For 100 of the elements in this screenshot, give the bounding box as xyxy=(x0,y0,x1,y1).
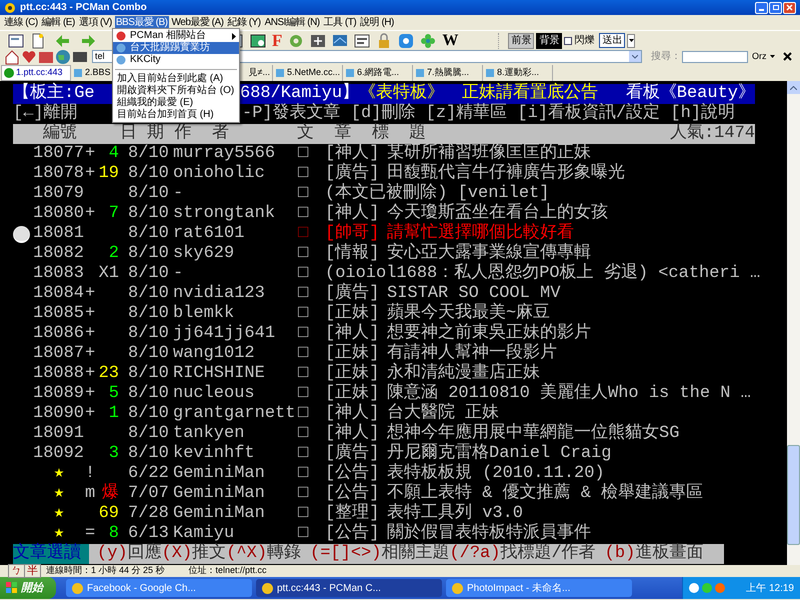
article-title[interactable]: 表特板板規 (2010.11.20) xyxy=(387,464,605,484)
menu-entry[interactable]: KKCity xyxy=(113,54,239,66)
article-title[interactable]: 關於假冒表特板特派員事件 xyxy=(387,524,591,544)
article-title[interactable]: 有請神人幫神一段影片 xyxy=(387,344,557,364)
article-title[interactable]: 永和清純漫畫店正妹 xyxy=(387,364,540,384)
heart-icon[interactable] xyxy=(21,48,37,64)
app-icon xyxy=(4,2,16,14)
article-title[interactable]: 請幫忙選擇哪個比較好看 xyxy=(387,224,574,244)
screen-icon[interactable] xyxy=(250,32,266,48)
article-author: - xyxy=(173,184,184,204)
moderator-label: 【板主:Ge xyxy=(13,84,95,103)
emoticon-dropdown[interactable]: Orz xyxy=(752,50,774,64)
search-field[interactable] xyxy=(682,50,748,62)
article-title[interactable]: 想神今年應用展中華網龍一位熊貓女SG xyxy=(387,424,680,444)
push-count: 23 xyxy=(98,364,119,384)
color-toggle-button[interactable]: 前景 xyxy=(508,32,534,48)
hint-key: (=[]<>) xyxy=(310,544,382,564)
article-title[interactable]: 不願上表特 & 優文推薦 & 檢舉建議專區 xyxy=(387,484,704,504)
article-date: 8/10 xyxy=(128,224,170,244)
article-title[interactable]: 蘋果今天我最美~麻豆 xyxy=(387,304,550,324)
push-count: 5 xyxy=(108,384,119,404)
dropdown-icon xyxy=(632,54,638,58)
article-date: 8/10 xyxy=(128,164,170,184)
menu-item[interactable]: BBS最愛 (B) xyxy=(114,16,169,30)
article-date: 7/28 xyxy=(128,504,170,524)
send-button[interactable]: 送出 xyxy=(599,33,626,48)
new-document-icon[interactable] xyxy=(30,32,46,48)
article-title[interactable]: 陳意涵 20110810 美麗佳人Who is the N … xyxy=(387,384,751,404)
article-title[interactable]: 丹尼爾克雷格Daniel Craig xyxy=(387,444,612,464)
menu-item[interactable]: 編輯 (E) xyxy=(40,16,76,30)
menu-item[interactable]: 說明 (H) xyxy=(359,16,395,30)
blink-checkbox[interactable] xyxy=(564,36,572,44)
taskbar-button[interactable]: PhotoImpact - 未命名... xyxy=(446,579,632,597)
move-icon[interactable] xyxy=(310,32,326,48)
article-title[interactable]: SISTAR SO COOL MV xyxy=(387,284,560,304)
article-title[interactable]: (oioiol1688：私人恩怨勿PO板上 劣退) <catheri … xyxy=(325,264,760,284)
help-text: [←]離開 xyxy=(13,104,78,123)
article-title[interactable]: 台大醫院 正妹 xyxy=(387,404,500,424)
scrollbar[interactable] xyxy=(787,81,800,565)
article-number: 18083 xyxy=(32,264,85,284)
article-tag: [正妹] xyxy=(325,304,387,324)
title-symbol: □ xyxy=(298,464,308,484)
flower-icon[interactable] xyxy=(420,32,436,48)
page-icon xyxy=(275,68,285,78)
article-date: 8/10 xyxy=(128,424,170,444)
taskbar-button[interactable]: ptt.cc:443 - PCMan C... xyxy=(256,579,442,597)
menu-item[interactable]: 選項 (V) xyxy=(78,16,113,30)
page-icon xyxy=(415,68,425,78)
menu-item[interactable]: ANSI編輯 (N) xyxy=(264,16,321,30)
clock: 上午 12:19 xyxy=(746,582,795,596)
article-number: 18088 xyxy=(32,364,85,384)
menu-entry[interactable]: 組織我的最愛 (E) xyxy=(113,97,239,109)
scroll-thumb[interactable] xyxy=(787,445,800,545)
restore-button[interactable] xyxy=(769,2,782,14)
gear-icon[interactable] xyxy=(288,32,304,48)
title-symbol: □ xyxy=(298,504,308,524)
article-title[interactable]: 想要神之前東吳正妹的影片 xyxy=(387,324,591,344)
menu-item[interactable]: 工具 (T) xyxy=(322,16,358,30)
menu-entry[interactable]: PCMan 相關站台 xyxy=(113,30,239,42)
article-title[interactable]: 今天瓊斯盃坐在看台上的女孩 xyxy=(387,204,608,224)
article-title[interactable]: 某研所補習班像匡匡的正妹 xyxy=(387,144,591,164)
article-number: 18077 xyxy=(32,144,85,164)
pinned-label: ★ xyxy=(52,524,66,543)
article-mark: + xyxy=(85,284,96,304)
menu-item[interactable]: Web最愛 (A) xyxy=(170,16,225,30)
article-title[interactable]: (本文已被刪除) [venilet] xyxy=(325,184,550,204)
board-title: 《表特板》 xyxy=(359,84,444,103)
terminal-icon[interactable] xyxy=(8,32,24,48)
push-count: X1 xyxy=(98,264,119,284)
article-author: kevinhft xyxy=(173,444,256,464)
close-icon[interactable] xyxy=(783,52,792,61)
article-mark: + xyxy=(85,304,96,324)
article-title[interactable]: 表特工具列 v3.0 xyxy=(387,504,524,524)
article-title[interactable]: 田馥甄代言牛仔褲廣告形象曝光 xyxy=(387,164,625,184)
article-date: 8/10 xyxy=(128,384,170,404)
menu-entry[interactable]: 開啟資料夾下所有站台 (O) xyxy=(113,85,239,97)
article-tag: [神人] xyxy=(325,404,387,424)
taskbar-button[interactable]: Facebook - Google Ch... xyxy=(66,579,252,597)
article-title[interactable]: 安心亞大露事業線宣傳專輯 xyxy=(387,244,591,264)
menu-item[interactable]: 紀錄 (Y) xyxy=(226,16,262,30)
article-mark: + xyxy=(85,344,96,364)
monitor-icon[interactable] xyxy=(332,32,348,48)
ime-width-button[interactable]: 半 xyxy=(25,565,40,577)
color-toggle-button[interactable]: 背景 xyxy=(536,32,562,48)
menu-item[interactable]: 連線 (C) xyxy=(3,16,39,30)
send-dropdown-button[interactable] xyxy=(627,34,636,48)
ime-mode-button[interactable]: ㄅ xyxy=(9,565,25,577)
font-button[interactable]: F xyxy=(272,32,282,48)
menu-entry[interactable]: 目前站台加到首頁 (H) xyxy=(113,109,239,121)
article-number: 18090 xyxy=(32,404,85,424)
page-icon xyxy=(485,68,495,78)
article-number: 18089 xyxy=(32,384,85,404)
wiki-button[interactable]: W xyxy=(442,32,458,48)
board-icon[interactable] xyxy=(354,32,370,48)
menu-entry[interactable]: 台大批踢踢實業坊 xyxy=(113,42,239,54)
article-mark: + xyxy=(85,404,96,424)
close-button[interactable] xyxy=(783,2,796,14)
scroll-up-icon[interactable] xyxy=(790,86,797,90)
start-button[interactable]: 開始 xyxy=(0,577,56,599)
minimize-button[interactable] xyxy=(755,2,768,14)
